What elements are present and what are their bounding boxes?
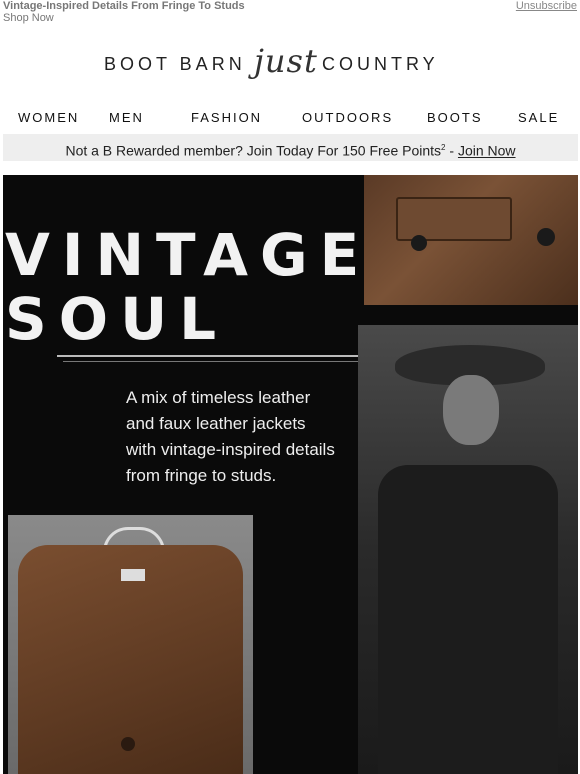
promo-dash: - <box>445 142 458 159</box>
jacket-pocket <box>396 197 512 241</box>
decorative-rule <box>63 361 363 362</box>
jacket-button <box>411 235 427 251</box>
rewards-promo-bar: Not a B Rewarded member? Join Today For … <box>3 134 578 161</box>
shop-now-link[interactable]: Shop Now <box>3 12 54 24</box>
nav-item-outdoors[interactable]: OUTDOORS <box>302 110 393 125</box>
join-now-link[interactable]: Join Now <box>458 143 516 159</box>
nav-item-fashion[interactable]: FASHION <box>191 110 262 125</box>
nav-item-women[interactable]: WOMEN <box>18 110 79 125</box>
jacket-label <box>121 569 145 581</box>
brand-logo[interactable]: BOOT BARN just COUNTRY <box>0 40 580 90</box>
body-line: and faux leather jackets <box>126 414 306 433</box>
logo-left-text: BOOT BARN <box>104 54 246 74</box>
model-coat <box>378 465 558 774</box>
nav-item-men[interactable]: MEN <box>109 110 144 125</box>
jacket-button <box>121 737 135 751</box>
body-line: with vintage-inspired details <box>126 440 335 459</box>
body-line: A mix of timeless leather <box>126 388 311 407</box>
decorative-rule <box>57 355 397 357</box>
preheader: Vintage-Inspired Details From Fringe To … <box>3 0 577 24</box>
hero-title: VINTAGE SOUL <box>5 223 371 351</box>
hero-title-line1: VINTAGE <box>5 221 372 289</box>
nav-item-boots[interactable]: BOOTS <box>427 110 483 125</box>
body-line: from fringe to studs. <box>126 466 277 485</box>
hero-banner[interactable]: VINTAGE SOUL A mix of timeless leather a… <box>3 175 578 774</box>
nav-item-sale[interactable]: SALE <box>518 110 559 125</box>
promo-text: Not a B Rewarded member? Join Today For … <box>65 142 442 159</box>
logo-script-text: just <box>254 42 318 80</box>
jacket-button <box>537 228 555 246</box>
model-face <box>443 375 499 445</box>
logo-right-text: COUNTRY <box>322 54 439 74</box>
hero-body-copy: A mix of timeless leather and faux leath… <box>126 385 356 489</box>
main-nav: WOMEN MEN FASHION OUTDOORS BOOTS SALE <box>0 110 580 130</box>
hero-title-line2: SOUL <box>5 285 229 353</box>
unsubscribe-link[interactable]: Unsubscribe <box>516 0 577 12</box>
email-subject: Vintage-Inspired Details From Fringe To … <box>3 0 245 12</box>
